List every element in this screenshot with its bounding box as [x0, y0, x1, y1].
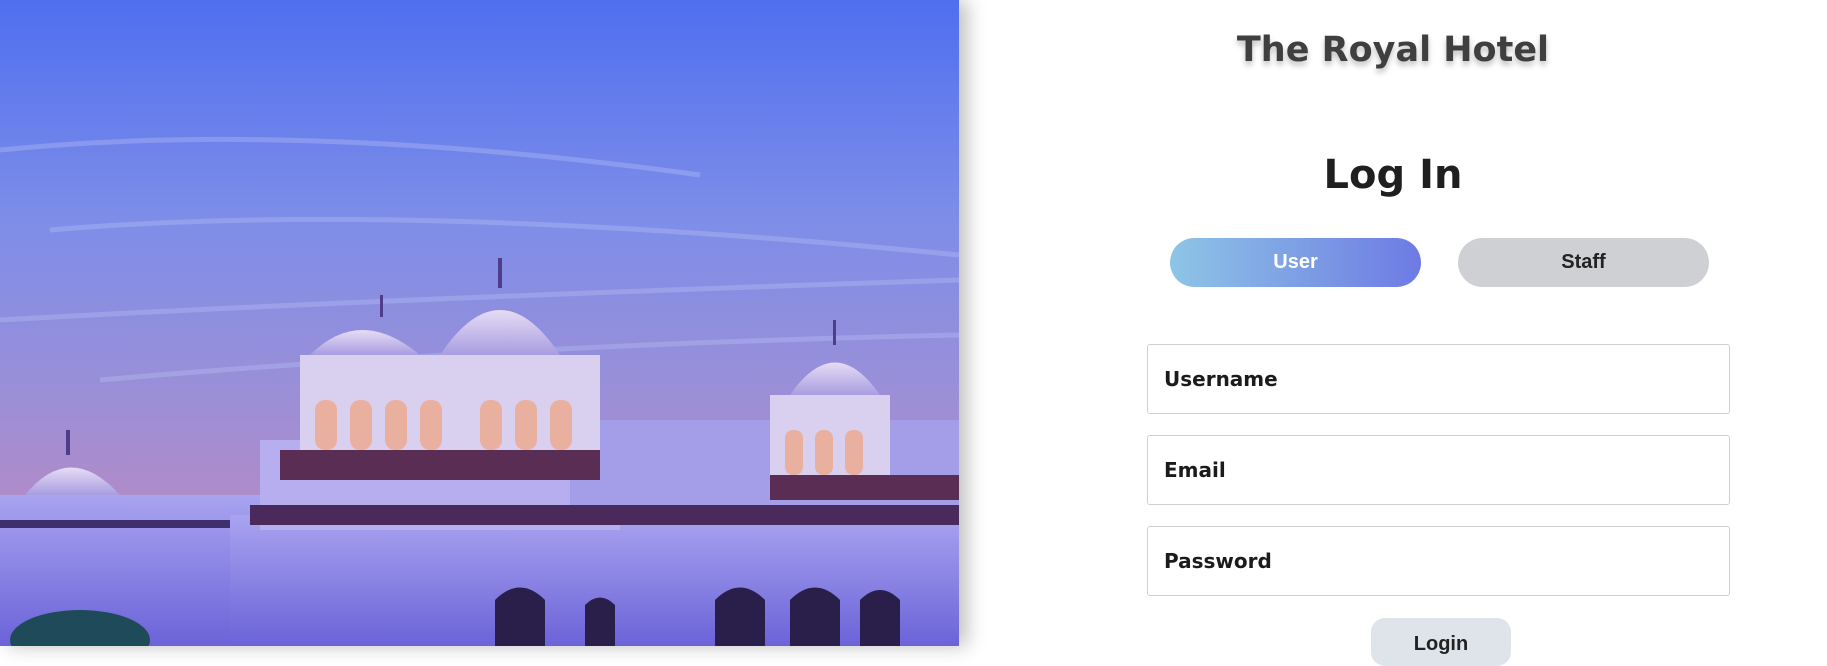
password-field[interactable] [1147, 526, 1730, 596]
email-field[interactable] [1147, 435, 1730, 505]
brand-title: The Royal Hotel [1236, 30, 1550, 70]
login-panel: The Royal Hotel Log In User Staff Login [959, 0, 1827, 666]
hero-image [0, 0, 959, 646]
login-heading: Log In [1323, 152, 1463, 198]
palace-illustration [0, 0, 959, 646]
login-button[interactable]: Login [1371, 618, 1511, 666]
tab-user[interactable]: User [1170, 238, 1421, 287]
username-field[interactable] [1147, 344, 1730, 414]
tab-staff[interactable]: Staff [1458, 238, 1709, 287]
